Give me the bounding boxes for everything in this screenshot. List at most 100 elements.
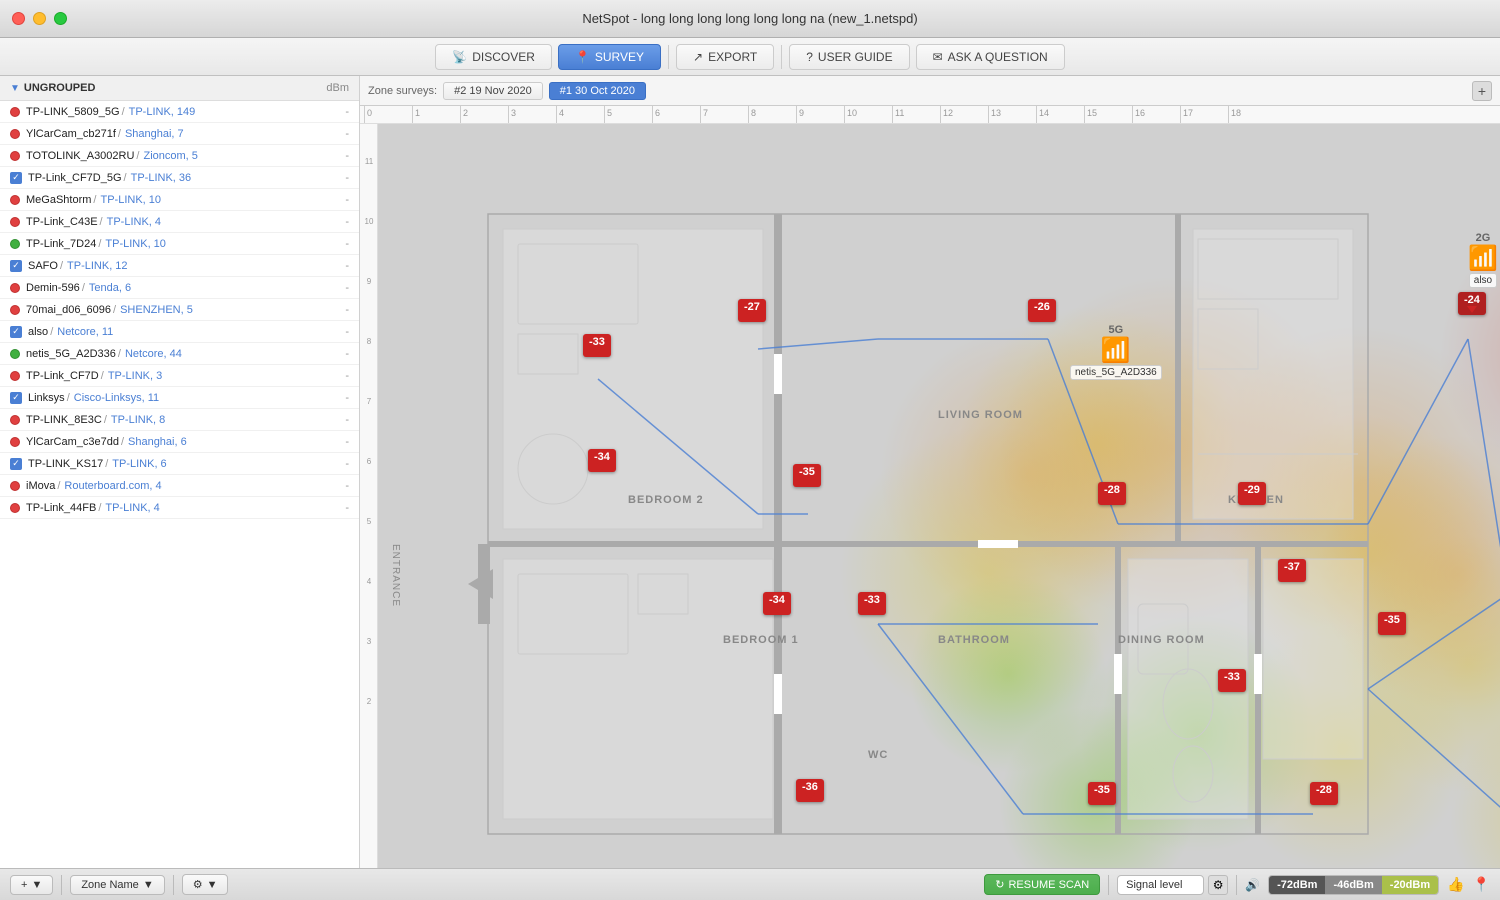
ask-button[interactable]: ✉ ASK A QUESTION (916, 44, 1065, 70)
map-canvas[interactable]: -33 -27 -26 -24 -34 -35 -28 (378, 124, 1500, 868)
sidebar-item[interactable]: also / Netcore, 11- (0, 321, 359, 343)
item-sub: TP-LINK, 4 (105, 502, 159, 514)
item-value: - (345, 392, 349, 404)
item-sub: TP-LINK, 12 (67, 260, 128, 272)
signal-marker-12: -35 (1378, 612, 1406, 635)
sidebar-item[interactable]: TOTOLINK_A3002RU / Zioncom, 5- (0, 145, 359, 167)
dot-indicator (10, 415, 20, 425)
sidebar-item[interactable]: SAFO / TP-LINK, 12- (0, 255, 359, 277)
sidebar-item[interactable]: TP-LINK_8E3C / TP-LINK, 8- (0, 409, 359, 431)
svg-text:2: 2 (367, 697, 372, 706)
survey-icon: 📍 (575, 50, 590, 64)
toolbar-divider (668, 45, 669, 69)
thumbs-up-icon[interactable]: 👍 (1447, 876, 1464, 893)
ruler-mark: 14 (1036, 106, 1084, 123)
zone-tab-2[interactable]: #1 30 Oct 2020 (549, 82, 646, 100)
bottom-bar: + ▼ Zone Name ▼ ⚙ ▼ ↻ RESUME SCAN Signal… (0, 868, 1500, 900)
signal-select[interactable]: Signal level (1117, 875, 1204, 895)
group-collapse-icon[interactable]: ▼ (10, 83, 20, 94)
item-name: TP-Link_CF7D (26, 370, 99, 382)
item-name: also (28, 326, 48, 338)
item-value: - (345, 216, 349, 228)
dot-indicator (10, 239, 20, 249)
item-name: TP-LINK_5809_5G (26, 106, 120, 118)
toolbar: 📡 DISCOVER 📍 SURVEY ↗ EXPORT ? USER GUID… (0, 38, 1500, 76)
guide-icon: ? (806, 50, 813, 64)
zone-tab-1[interactable]: #2 19 Nov 2020 (443, 82, 543, 100)
wifi-band-5g: 5G (1101, 324, 1131, 336)
signal-marker-16: -28 (1310, 782, 1338, 805)
item-value: - (345, 172, 349, 184)
add-btn-arrow: ▼ (31, 879, 42, 891)
item-sub: Netcore, 11 (57, 326, 113, 338)
sidebar-item[interactable]: TP-Link_44FB / TP-LINK, 4- (0, 497, 359, 519)
minimize-button[interactable] (33, 12, 46, 25)
ruler-mark: 12 (940, 106, 988, 123)
locate-icon[interactable]: 📍 (1473, 876, 1490, 893)
item-sub: TP-LINK, 4 (107, 216, 161, 228)
sidebar-item[interactable]: netis_5G_A2D336 / Netcore, 44- (0, 343, 359, 365)
close-button[interactable] (12, 12, 25, 25)
resume-scan-button[interactable]: ↻ RESUME SCAN (984, 874, 1100, 895)
user-guide-button[interactable]: ? USER GUIDE (789, 44, 909, 70)
discover-button[interactable]: 📡 DISCOVER (435, 44, 552, 70)
item-sub: Shanghai, 6 (128, 436, 187, 448)
settings-button[interactable]: ⚙ ▼ (182, 874, 229, 895)
item-value: - (345, 502, 349, 514)
zone-name-button[interactable]: Zone Name ▼ (70, 875, 164, 895)
item-sub: TP-LINK, 10 (100, 194, 161, 206)
sidebar-item[interactable]: TP-Link_CF7D / TP-LINK, 3- (0, 365, 359, 387)
ruler-mark: 0 (364, 106, 412, 123)
sidebar-item[interactable]: TP-LINK_KS17 / TP-LINK, 6- (0, 453, 359, 475)
bottom-sep3 (1108, 875, 1109, 895)
export-button[interactable]: ↗ EXPORT (676, 44, 774, 70)
ruler-mark: 11 (892, 106, 940, 123)
signal-value-10: -33 (858, 592, 886, 615)
dot-indicator (10, 217, 20, 227)
signal-marker-6: -35 (793, 464, 821, 487)
sidebar-item[interactable]: YlCarCam_cb271f / Shanghai, 7- (0, 123, 359, 145)
item-value: - (345, 304, 349, 316)
add-zone-button[interactable]: + ▼ (10, 875, 53, 895)
zone-name-arrow: ▼ (143, 879, 154, 891)
sidebar-item[interactable]: 70mai_d06_6096 / SHENZHEN, 5- (0, 299, 359, 321)
item-value: - (345, 348, 349, 360)
maximize-button[interactable] (54, 12, 67, 25)
item-value: - (345, 260, 349, 272)
sidebar-item[interactable]: iMova / Routerboard.com, 4- (0, 475, 359, 497)
signal-value-12: -35 (1378, 612, 1406, 635)
entrance-label: ENTRANCE (390, 544, 401, 607)
checkbox-checked (10, 392, 22, 404)
sidebar-item[interactable]: Demin-596 / Tenda, 6- (0, 277, 359, 299)
svg-text:5: 5 (367, 517, 372, 526)
item-sub: TP-LINK, 10 (105, 238, 166, 250)
sidebar-item[interactable]: TP-Link_C43E / TP-LINK, 4- (0, 211, 359, 233)
item-sub: TP-LINK, 3 (108, 370, 162, 382)
item-value: - (345, 106, 349, 118)
bottom-right: ↻ RESUME SCAN Signal level ⚙ 🔊 -72dBm -4… (984, 874, 1490, 895)
signal-value-16: -28 (1310, 782, 1338, 805)
item-value: - (345, 194, 349, 206)
sidebar-item[interactable]: Linksys / Cisco-Linksys, 11- (0, 387, 359, 409)
item-name: TP-Link_CF7D_5G (28, 172, 122, 184)
add-zone-button[interactable]: + (1472, 81, 1492, 101)
sidebar-item[interactable]: TP-LINK_5809_5G / TP-LINK, 149- (0, 101, 359, 123)
svg-text:11: 11 (365, 157, 374, 166)
survey-button[interactable]: 📍 SURVEY (558, 44, 661, 70)
sidebar-header: ▼ UNGROUPED dBm (0, 76, 359, 101)
item-value: - (345, 282, 349, 294)
discover-icon: 📡 (452, 50, 467, 64)
sidebar-item[interactable]: YlCarCam_c3e7dd / Shanghai, 6- (0, 431, 359, 453)
sidebar-item[interactable]: MeGaShtorm / TP-LINK, 10- (0, 189, 359, 211)
item-value: - (345, 480, 349, 492)
ruler-mark: 4 (556, 106, 604, 123)
speaker-icon: 🔊 (1245, 878, 1260, 892)
zone-bar: Zone surveys: #2 19 Nov 2020 #1 30 Oct 2… (360, 76, 1500, 106)
item-name: TP-LINK_8E3C (26, 414, 102, 426)
sidebar-item[interactable]: TP-Link_7D24 / TP-LINK, 10- (0, 233, 359, 255)
signal-settings-icon[interactable]: ⚙ (1208, 875, 1228, 895)
item-name: SAFO (28, 260, 58, 272)
wifi-label-5g: netis_5G_A2D336 (1070, 365, 1162, 380)
sidebar-item[interactable]: TP-Link_CF7D_5G / TP-LINK, 36- (0, 167, 359, 189)
sidebar-items-list: TP-LINK_5809_5G / TP-LINK, 149-YlCarCam_… (0, 101, 359, 868)
